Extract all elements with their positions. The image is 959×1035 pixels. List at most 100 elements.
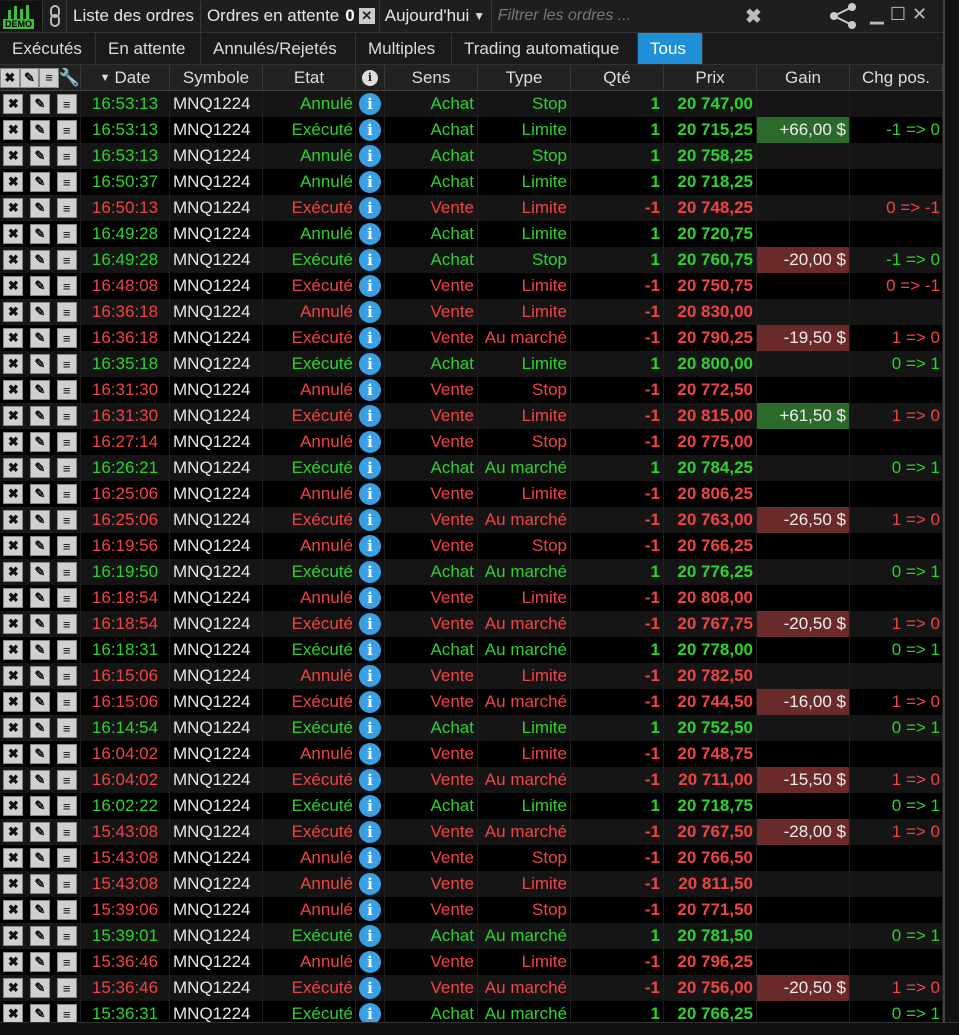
order-details-icon[interactable]: ≡ [56,354,77,374]
order-details-icon[interactable]: ≡ [56,1004,77,1024]
cancel-order-icon[interactable]: ✖ [3,146,24,166]
table-row[interactable]: ✖ ✎ ≡ 15:36:46 MNQ1224 Annulé i Vente Limite -1 20… [0,949,943,975]
pending-orders[interactable]: Ordres en attente 0 ✕ [201,1,380,31]
info-icon[interactable]: i [359,93,381,115]
table-row[interactable]: ✖ ✎ ≡ 16:25:06 MNQ1224 Exécuté i Vente Au marché… [0,507,943,533]
header-prix[interactable]: Prix [664,65,757,90]
table-row[interactable]: ✖ ✎ ≡ 16:26:21 MNQ1224 Exécuté i Achat Au marché… [0,455,943,481]
cancel-order-icon[interactable]: ✖ [3,354,24,374]
table-row[interactable]: ✖ ✎ ≡ 16:50:37 MNQ1224 Annulé i Achat Limite 1 20 … [0,169,943,195]
cancel-order-icon[interactable]: ✖ [3,536,24,556]
cancel-order-icon[interactable]: ✖ [3,120,24,140]
modify-order-icon[interactable]: ✎ [29,276,50,296]
modify-order-icon[interactable]: ✎ [29,692,50,712]
table-row[interactable]: ✖ ✎ ≡ 16:25:06 MNQ1224 Annulé i Vente Limite -1 20… [0,481,943,507]
cancel-order-icon[interactable]: ✖ [3,510,24,530]
header-gain[interactable]: Gain [757,65,850,90]
modify-order-icon[interactable]: ✎ [29,900,50,920]
table-row[interactable]: ✖ ✎ ≡ 15:39:01 MNQ1224 Exécuté i Achat Au marché… [0,923,943,949]
header-chg-pos[interactable]: Chg pos. [850,65,943,90]
table-row[interactable]: ✖ ✎ ≡ 16:15:06 MNQ1224 Exécuté i Vente Au marché… [0,689,943,715]
modify-order-icon[interactable]: ✎ [29,926,50,946]
header-symbole[interactable]: Symbole [170,65,263,90]
share-icon[interactable] [828,2,858,35]
modify-order-icon[interactable]: ✎ [29,562,50,582]
cancel-order-icon[interactable]: ✖ [3,1004,24,1024]
table-row[interactable]: ✖ ✎ ≡ 16:53:13 MNQ1224 Exécuté i Achat Limite 1 20… [0,117,943,143]
table-row[interactable]: ✖ ✎ ≡ 16:02:22 MNQ1224 Exécuté i Achat Limite 1 20… [0,793,943,819]
modify-order-icon[interactable]: ✎ [29,640,50,660]
order-details-icon[interactable]: ≡ [56,146,77,166]
order-details-icon[interactable]: ≡ [56,94,77,114]
period-select[interactable]: Aujourd'hui ▼ [380,1,492,31]
table-row[interactable]: ✖ ✎ ≡ 16:50:13 MNQ1224 Exécuté i Vente Limite -1 2… [0,195,943,221]
cancel-order-icon[interactable]: ✖ [3,952,24,972]
cancel-order-icon[interactable]: ✖ [3,276,24,296]
order-details-icon[interactable]: ≡ [56,198,77,218]
info-icon[interactable]: i [359,951,381,973]
order-details-icon[interactable]: ≡ [56,588,77,608]
order-details-icon[interactable]: ≡ [56,796,77,816]
info-icon[interactable]: i [359,847,381,869]
table-row[interactable]: ✖ ✎ ≡ 15:43:08 MNQ1224 Exécuté i Vente Au marché… [0,819,943,845]
header-date[interactable]: ▼ Date [81,65,170,90]
cancel-order-icon[interactable]: ✖ [3,666,24,686]
order-details-icon[interactable]: ≡ [56,484,77,504]
order-details-icon[interactable]: ≡ [56,692,77,712]
order-details-icon[interactable]: ≡ [56,848,77,868]
table-row[interactable]: ✖ ✎ ≡ 16:36:18 MNQ1224 Annulé i Vente Limite -1 20… [0,299,943,325]
table-row[interactable]: ✖ ✎ ≡ 16:15:06 MNQ1224 Annulé i Vente Limite -1 20… [0,663,943,689]
order-details-icon[interactable]: ≡ [56,302,77,322]
modify-order-icon[interactable]: ✎ [29,588,50,608]
cancel-order-icon[interactable]: ✖ [3,432,24,452]
table-row[interactable]: ✖ ✎ ≡ 16:19:56 MNQ1224 Annulé i Vente Stop -1 20 7… [0,533,943,559]
cancel-order-icon[interactable]: ✖ [3,822,24,842]
cancel-order-icon[interactable]: ✖ [3,692,24,712]
cancel-order-icon[interactable]: ✖ [3,198,24,218]
order-details-icon[interactable]: ≡ [56,510,77,530]
modify-order-icon[interactable]: ✎ [29,978,50,998]
modify-order-icon[interactable]: ✎ [29,406,50,426]
info-icon[interactable]: i [359,925,381,947]
order-details-icon[interactable]: ≡ [56,770,77,790]
order-details-icon[interactable]: ≡ [56,224,77,244]
order-details-icon[interactable]: ≡ [56,874,77,894]
info-icon[interactable]: i [359,119,381,141]
header-sens[interactable]: Sens [385,65,478,90]
table-row[interactable]: ✖ ✎ ≡ 16:14:54 MNQ1224 Exécuté i Achat Limite 1 20… [0,715,943,741]
info-icon[interactable]: i [359,535,381,557]
minimize-icon[interactable]: ▁ [870,4,884,25]
table-row[interactable]: ✖ ✎ ≡ 16:27:14 MNQ1224 Annulé i Vente Stop -1 20 7… [0,429,943,455]
tab-executes[interactable]: Exécutés [0,33,96,64]
modify-order-icon[interactable]: ✎ [29,198,50,218]
table-row[interactable]: ✖ ✎ ≡ 16:31:30 MNQ1224 Annulé i Vente Stop -1 20 7… [0,377,943,403]
modify-order-icon[interactable]: ✎ [29,822,50,842]
close-icon[interactable]: ✕ [912,4,927,25]
info-icon[interactable]: i [359,691,381,713]
details-icon[interactable]: ≡ [39,67,59,88]
info-icon[interactable]: i [359,431,381,453]
order-details-icon[interactable]: ≡ [56,562,77,582]
modify-order-icon[interactable]: ✎ [29,120,50,140]
table-row[interactable]: ✖ ✎ ≡ 15:39:06 MNQ1224 Annulé i Vente Stop -1 20 7… [0,897,943,923]
order-details-icon[interactable]: ≡ [56,900,77,920]
cancel-order-icon[interactable]: ✖ [3,640,24,660]
cancel-order-icon[interactable]: ✖ [3,874,24,894]
cancel-order-icon[interactable]: ✖ [3,848,24,868]
info-icon[interactable]: i [359,405,381,427]
cancel-order-icon[interactable]: ✖ [3,744,24,764]
order-details-icon[interactable]: ≡ [56,718,77,738]
modify-order-icon[interactable]: ✎ [29,172,50,192]
cancel-order-icon[interactable]: ✖ [3,562,24,582]
table-row[interactable]: ✖ ✎ ≡ 16:18:54 MNQ1224 Exécuté i Vente Au marché… [0,611,943,637]
table-row[interactable]: ✖ ✎ ≡ 16:04:02 MNQ1224 Annulé i Vente Limite -1 20… [0,741,943,767]
info-icon[interactable]: i [359,977,381,999]
info-icon[interactable]: i [359,197,381,219]
cancel-order-icon[interactable]: ✖ [3,458,24,478]
cancel-order-icon[interactable]: ✖ [3,796,24,816]
cancel-order-icon[interactable]: ✖ [3,614,24,634]
modify-order-icon[interactable]: ✎ [29,432,50,452]
info-icon[interactable]: i [359,639,381,661]
modify-order-icon[interactable]: ✎ [29,328,50,348]
modify-order-icon[interactable]: ✎ [29,484,50,504]
